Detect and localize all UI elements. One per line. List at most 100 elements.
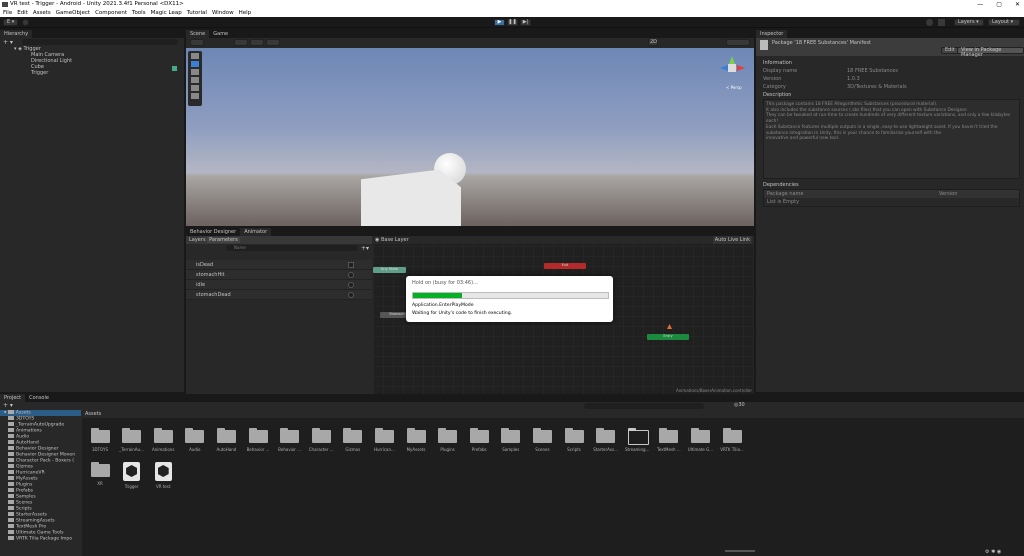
asset-item[interactable]: Behavior ... [243, 428, 273, 452]
asset-item[interactable]: AutoHand [211, 428, 241, 452]
draw-mode-dropdown[interactable] [190, 39, 204, 46]
rect-tool-icon[interactable] [191, 85, 199, 91]
asset-item[interactable]: TextMesh ... [654, 428, 684, 452]
2d-toggle[interactable]: 2D [650, 39, 657, 45]
trigger-radio[interactable] [348, 272, 354, 278]
settings-icon[interactable]: ⚙ [985, 549, 989, 555]
layers-dropdown[interactable]: Layers ▾ [954, 19, 984, 26]
scene-viewport[interactable]: < Persp [186, 48, 754, 226]
global-dropdown[interactable] [250, 39, 264, 46]
trigger-radio[interactable] [348, 282, 354, 288]
tab-parameters[interactable]: Parameters [207, 237, 240, 243]
layer-breadcrumb[interactable]: Base Layer [381, 237, 409, 243]
asset-item[interactable]: 3DTOYS [85, 428, 115, 452]
hand-tool-icon[interactable] [191, 53, 199, 59]
cache-icon[interactable]: ◉ [997, 549, 1001, 555]
tab-inspector[interactable]: Inspector [756, 30, 788, 38]
tab-scene[interactable]: Scene [186, 30, 210, 38]
hierarchy-search-input[interactable] [22, 39, 178, 45]
entry-node[interactable]: Entry [647, 334, 689, 340]
asset-item[interactable]: Ultimate G... [685, 428, 715, 452]
tab-game[interactable]: Game [209, 30, 232, 38]
pause-button[interactable]: ❚❚ [507, 19, 518, 26]
scene-gizmo[interactable] [720, 56, 746, 82]
account-dropdown[interactable]: E ▾ [3, 19, 19, 26]
tree-item[interactable]: VRTK Tilia Package Impo [0, 536, 81, 542]
breadcrumb-assets[interactable]: Assets [85, 411, 101, 417]
parameter-row[interactable]: stomachHit [186, 270, 372, 280]
menu-gameobject[interactable]: GameObject [56, 9, 90, 17]
menu-component[interactable]: Component [95, 9, 127, 17]
menu-file[interactable]: File [3, 9, 12, 17]
rotate-tool-icon[interactable] [191, 69, 199, 75]
asset-item[interactable]: Gizmos [338, 428, 368, 452]
asset-item[interactable]: Plugins [433, 428, 463, 452]
menu-window[interactable]: Window [212, 9, 234, 17]
menu-tutorial[interactable]: Tutorial [187, 9, 207, 17]
project-search-input[interactable] [584, 403, 704, 409]
asset-item[interactable]: Character ... [306, 428, 336, 452]
tab-hierarchy[interactable]: Hierarchy [0, 30, 33, 38]
layout-dropdown[interactable]: Layout ▾ [988, 19, 1020, 26]
close-button[interactable]: ✕ [1015, 0, 1020, 9]
menu-magic-leap[interactable]: Magic Leap [151, 9, 182, 17]
menu-help[interactable]: Help [239, 9, 252, 17]
asset-item[interactable]: Scenes [527, 428, 557, 452]
any-state-node[interactable]: Any State [373, 267, 406, 273]
parameter-row[interactable]: stomachDead [186, 290, 372, 300]
scale-tool-icon[interactable] [191, 77, 199, 83]
asset-item[interactable]: Audio [180, 428, 210, 452]
cloud-icon[interactable] [22, 19, 29, 26]
menu-assets[interactable]: Assets [33, 9, 51, 17]
bool-checkbox[interactable] [348, 262, 354, 268]
param-search-input[interactable]: Name [226, 245, 358, 251]
persp-label[interactable]: < Persp [726, 85, 742, 90]
asset-item[interactable]: XR [85, 462, 115, 486]
menu-tools[interactable]: Tools [132, 9, 146, 17]
asset-item[interactable]: Animations [148, 428, 178, 452]
gizmos-dropdown[interactable] [726, 39, 750, 46]
search-icon[interactable] [938, 19, 945, 26]
step-button[interactable]: ▶| [520, 19, 531, 26]
tab-project[interactable]: Project [0, 394, 26, 402]
tab-layers[interactable]: Layers [189, 237, 206, 243]
add-icon[interactable]: + ▾ [3, 39, 13, 46]
play-button[interactable]: ▶ [494, 19, 505, 26]
asset-item[interactable]: Hurrican... [369, 428, 399, 452]
snap-dropdown[interactable] [266, 39, 280, 46]
tab-animator[interactable]: Animator [240, 228, 272, 236]
asset-item[interactable]: Scripts [559, 428, 589, 452]
asset-item[interactable]: VR test [148, 462, 178, 489]
asset-item[interactable]: Trigger [117, 462, 147, 489]
menu-edit[interactable]: Edit [17, 9, 28, 17]
asset-item[interactable]: _TerrainAu... [117, 428, 147, 452]
history-icon[interactable] [926, 19, 933, 26]
asset-item[interactable]: Streaming... [622, 428, 652, 452]
debug-icon[interactable]: ✱ [991, 549, 995, 555]
exit-node[interactable]: Exit [544, 263, 586, 269]
asset-item[interactable]: Behavior ... [275, 428, 305, 452]
pivot-dropdown[interactable] [234, 39, 248, 46]
asset-item[interactable]: Samples [496, 428, 526, 452]
hierarchy-item-trigger[interactable]: Trigger [14, 70, 184, 76]
hidden-packages-count[interactable]: ◎30 [734, 402, 745, 408]
create-asset-button[interactable]: + ▾ [3, 402, 13, 409]
parameter-row[interactable]: idle [186, 280, 372, 290]
asset-item[interactable]: StarterAss... [591, 428, 621, 452]
view-in-package-manager-button[interactable]: View in Package Manager [957, 47, 1024, 58]
asset-item[interactable]: Prefabs [464, 428, 494, 452]
minimize-button[interactable]: — [977, 0, 983, 9]
tab-console[interactable]: Console [25, 394, 53, 402]
move-tool-icon[interactable] [191, 61, 199, 67]
eye-icon[interactable]: ◉ [375, 237, 379, 243]
zoom-slider[interactable] [725, 550, 755, 552]
auto-live-link-button[interactable]: Auto Live Link [712, 236, 752, 244]
asset-item[interactable]: MyAssets [401, 428, 431, 452]
maximize-button[interactable]: ▢ [996, 0, 1002, 9]
trigger-radio[interactable] [348, 292, 354, 298]
parameter-row[interactable]: isDead [186, 260, 372, 270]
tab-behavior-designer[interactable]: Behavior Designer [186, 228, 240, 236]
add-parameter-button[interactable]: +▾ [361, 245, 369, 252]
asset-item[interactable]: VRTK Tilia... [717, 428, 747, 452]
transform-tool-icon[interactable] [191, 93, 199, 99]
